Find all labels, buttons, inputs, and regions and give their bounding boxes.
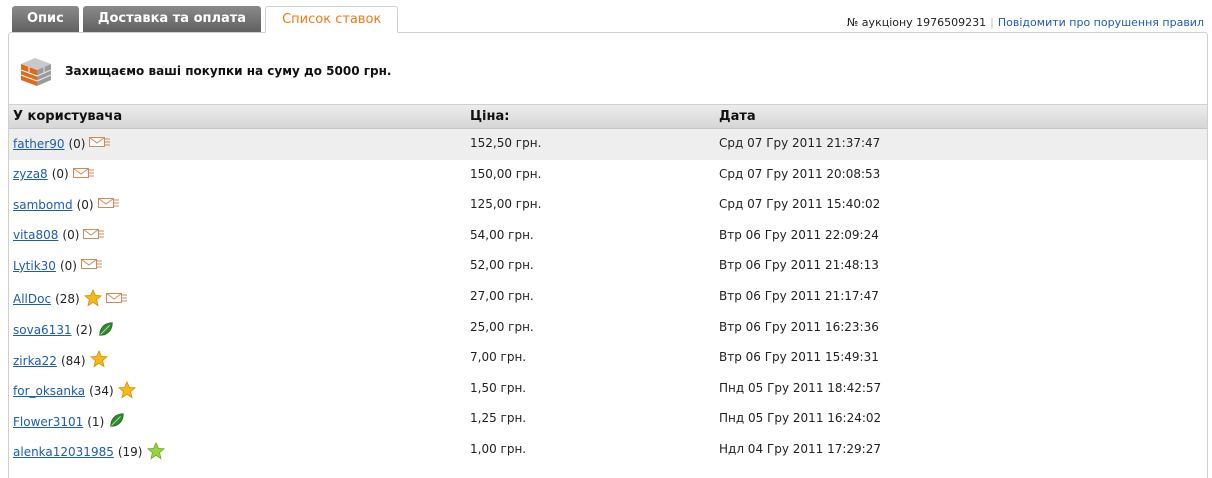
- report-violation-link[interactable]: Повідомити про порушення правил: [998, 16, 1204, 29]
- bid-date: Втр 06 Гру 2011 15:49:31: [719, 350, 879, 365]
- leaf-icon: [108, 411, 126, 432]
- bidder-cell: zyza8 (0): [13, 167, 95, 182]
- bidder-cell: for_oksanka (34): [13, 380, 136, 402]
- envelope-icon[interactable]: [89, 136, 111, 151]
- table-row: sova6131 (2) 25,00 грн. Втр 06 Гру 2011 16:…: [9, 313, 1207, 344]
- table-row: vita808 (0) 54,00 грн. Втр 06 Гру 2011 22:0…: [9, 221, 1207, 252]
- bid-date: Срд 07 Гру 2011 15:40:02: [719, 197, 881, 212]
- bid-date: Срд 07 Гру 2011 20:08:53: [719, 166, 881, 181]
- protection-text: Захищаємо ваші покупки на суму до 5000 г…: [65, 64, 392, 78]
- bid-price: 7,00 грн.: [470, 350, 527, 365]
- bids-table-header: У користувача Ціна: Дата: [9, 104, 1207, 129]
- bid-price: 27,00 грн.: [470, 288, 534, 303]
- bid-date: Срд 07 Гру 2011 21:37:47: [719, 136, 881, 150]
- rating-score: (84): [60, 353, 86, 368]
- tab-description[interactable]: Опис: [12, 6, 79, 33]
- rating-score: (34): [89, 384, 114, 399]
- bidder-link[interactable]: Lytik30: [13, 259, 56, 273]
- bidder-link[interactable]: zyza8: [13, 167, 48, 181]
- protection-banner: Захищаємо ваші покупки на суму до 5000 г…: [19, 51, 391, 91]
- star-icon: [89, 350, 108, 371]
- table-row: zirka22 (84) 7,00 грн. Втр 06 Гру 2011 15:4…: [9, 343, 1207, 374]
- bid-date: Втр 06 Гру 2011 16:23:36: [719, 319, 879, 334]
- rating-score: (0): [59, 258, 77, 273]
- brick-wall-icon: [20, 58, 52, 86]
- bid-price: 52,00 грн.: [470, 258, 534, 273]
- bidder-link[interactable]: vita808: [13, 228, 58, 242]
- tab-delivery-payment[interactable]: Доставка та оплата: [82, 6, 262, 33]
- table-row: zyza8 (0) 150,00 грн. Срд 07 Гру 2011 20:08…: [9, 160, 1207, 191]
- bidder-cell: Lytik30 (0): [13, 258, 103, 273]
- bidder-cell: alenka12031985 (19): [13, 441, 165, 463]
- bidder-link[interactable]: for_oksanka: [13, 384, 85, 398]
- bidder-link[interactable]: sova6131: [13, 323, 72, 337]
- auction-info: № аукціону 1976509231 | Повідомити про пор…: [847, 16, 1204, 29]
- bidder-cell: sova6131 (2): [13, 320, 115, 341]
- bid-price: 54,00 грн.: [470, 227, 534, 242]
- bid-date: Ндл 04 Гру 2011 17:29:27: [719, 441, 881, 456]
- bid-price: 125,00 грн.: [470, 197, 542, 212]
- bidder-link[interactable]: Flower3101: [13, 415, 83, 429]
- green-star-icon: [146, 441, 165, 463]
- rating-score: (0): [51, 167, 69, 182]
- table-row: Lytik30 (0) 52,00 грн. Втр 06 Гру 2011 21:4…: [9, 251, 1207, 282]
- bid-price: 1,25 грн.: [470, 411, 527, 426]
- leaf-icon: [97, 320, 115, 341]
- tab-bar: Опис Доставка та оплата Список ставок: [12, 6, 402, 33]
- bid-date: Пнд 05 Гру 2011 18:42:57: [719, 380, 882, 395]
- rating-score: (19): [117, 445, 143, 460]
- header-price: Ціна:: [470, 109, 510, 124]
- bid-price: 150,00 грн.: [470, 166, 542, 181]
- bidder-cell: Flower3101 (1): [13, 411, 126, 432]
- rating-score: (1): [87, 414, 105, 429]
- table-row: father90 (0) 152,50 грн. Срд 07 Гру 2011 21…: [9, 129, 1207, 160]
- bid-price: 152,50 грн.: [470, 136, 542, 150]
- rating-score: (2): [75, 323, 93, 338]
- bidder-link[interactable]: AllDoc: [13, 292, 51, 306]
- rating-score: (0): [62, 228, 80, 243]
- envelope-icon[interactable]: [105, 292, 128, 307]
- envelope-icon[interactable]: [72, 167, 95, 182]
- table-row: for_oksanka (34) 1,50 грн. Пнд 05 Гру 2011 …: [9, 374, 1207, 405]
- bid-date: Втр 06 Гру 2011 22:09:24: [719, 227, 879, 242]
- separator: |: [990, 16, 994, 29]
- bid-price: 25,00 грн.: [470, 319, 534, 334]
- header-date: Дата: [719, 109, 756, 124]
- bid-date: Втр 06 Гру 2011 21:17:47: [719, 288, 879, 303]
- rating-score: (28): [55, 292, 80, 307]
- envelope-icon[interactable]: [83, 228, 105, 243]
- bidder-link[interactable]: father90: [13, 137, 64, 151]
- tab-bids-list[interactable]: Список ставок: [265, 6, 399, 33]
- bidder-link[interactable]: zirka22: [13, 354, 57, 368]
- bids-table-body: father90 (0) 152,50 грн. Срд 07 Гру 2011 21…: [9, 129, 1207, 466]
- star-icon: [83, 288, 102, 310]
- star-icon: [117, 380, 136, 402]
- table-row: AllDoc (28) 27,00 грн. Втр 06 Гру 2011 21:1…: [9, 282, 1207, 313]
- bidder-cell: vita808 (0): [13, 228, 105, 243]
- bidder-cell: father90 (0): [13, 136, 111, 151]
- envelope-icon[interactable]: [80, 258, 103, 273]
- table-row: alenka12031985 (19) 1,00 грн. Ндл 04 Гру 20…: [9, 435, 1207, 466]
- rating-score: (0): [68, 136, 86, 151]
- header-user: У користувача: [13, 109, 123, 124]
- table-row: Flower3101 (1) 1,25 грн. Пнд 05 Гру 2011 16…: [9, 404, 1207, 435]
- bid-date: Пнд 05 Гру 2011 16:24:02: [719, 411, 882, 426]
- auction-number: № аукціону 1976509231: [846, 16, 987, 29]
- bidder-link[interactable]: sambomd: [13, 198, 73, 212]
- bidder-cell: zirka22 (84): [13, 350, 108, 371]
- bid-date: Втр 06 Гру 2011 21:48:13: [719, 258, 879, 273]
- bidder-cell: sambomd (0): [13, 197, 120, 212]
- bid-price: 1,00 грн.: [470, 441, 527, 456]
- envelope-icon[interactable]: [97, 197, 120, 212]
- bids-panel: Захищаємо ваші покупки на суму до 5000 г…: [8, 32, 1208, 478]
- bidder-cell: AllDoc (28): [13, 288, 128, 310]
- bid-price: 1,50 грн.: [470, 380, 527, 395]
- bidder-link[interactable]: alenka12031985: [13, 445, 114, 459]
- table-row: sambomd (0) 125,00 грн. Срд 07 Гру 2011 15:…: [9, 190, 1207, 221]
- rating-score: (0): [76, 197, 94, 212]
